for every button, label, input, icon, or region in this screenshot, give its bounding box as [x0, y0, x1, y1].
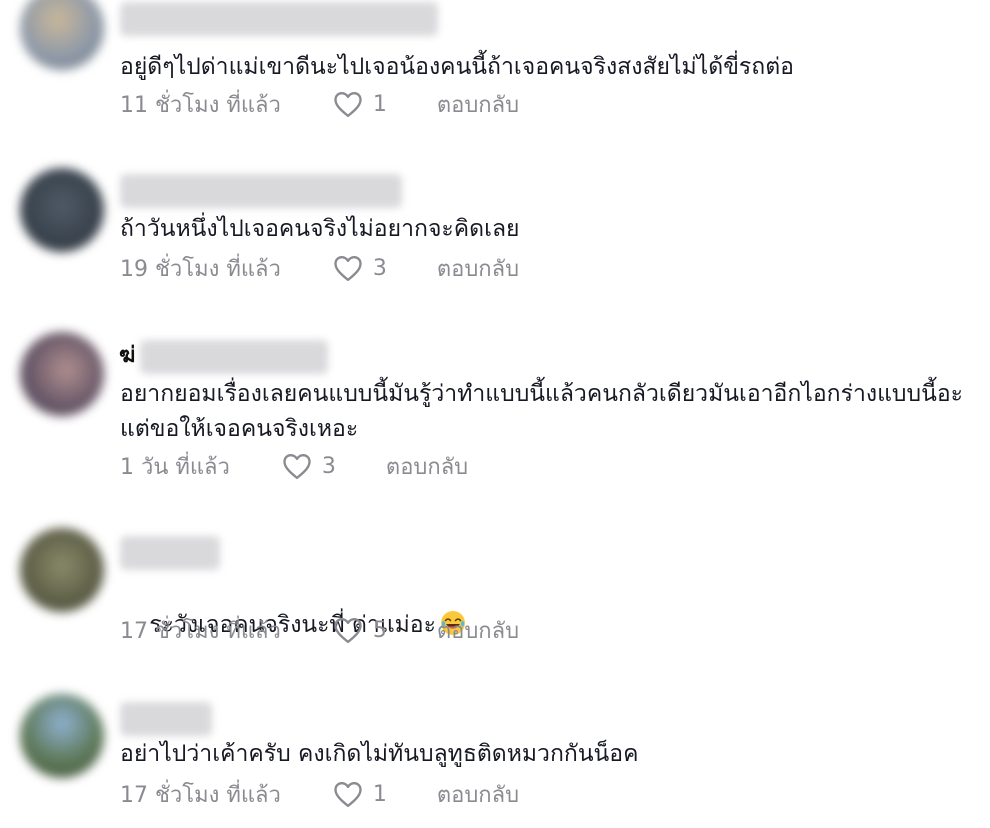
like-button[interactable]: 1	[333, 780, 387, 808]
heart-outline-icon	[283, 453, 311, 480]
reply-button[interactable]: ตอบกลับ	[437, 777, 519, 812]
reply-button[interactable]: ตอบกลับ	[437, 251, 519, 286]
like-count: 3	[372, 255, 387, 281]
avatar[interactable]	[20, 694, 104, 778]
username-blurred[interactable]	[120, 702, 212, 736]
like-button[interactable]: 3	[333, 254, 387, 282]
reply-button[interactable]: ตอบกลับ	[437, 613, 519, 648]
comment-timestamp: 1 วัน ที่แล้ว	[120, 454, 230, 480]
heart-outline-icon	[334, 617, 362, 644]
username-blurred[interactable]	[140, 340, 328, 374]
avatar[interactable]	[20, 0, 104, 70]
avatar[interactable]	[20, 332, 104, 416]
reply-button[interactable]: ตอบกลับ	[386, 449, 468, 484]
comment-meta: 17 ชั่วโมง ที่แล้ว 1 ตอบกลับ	[120, 779, 519, 809]
comment-meta: 1 วัน ที่แล้ว 3 ตอบกลับ	[120, 451, 468, 481]
heart-outline-icon	[334, 91, 362, 118]
comment-meta: 17 ชั่วโมง ที่แล้ว 5 ตอบกลับ	[120, 615, 519, 645]
like-button[interactable]: 3	[282, 452, 336, 480]
avatar[interactable]	[20, 528, 104, 612]
comment-text: อย่าไปว่าเค้าครับ คงเกิดไม่ทันบลูทูธติดห…	[120, 741, 639, 767]
like-count: 1	[372, 781, 387, 807]
username-blurred[interactable]	[120, 2, 438, 36]
comment-meta: 19 ชั่วโมง ที่แล้ว 3 ตอบกลับ	[120, 253, 519, 283]
reply-button[interactable]: ตอบกลับ	[437, 87, 519, 122]
like-button[interactable]: 5	[333, 616, 387, 644]
avatar[interactable]	[20, 168, 104, 252]
username[interactable]: ฆ่	[119, 343, 137, 369]
comment-meta: 11 ชั่วโมง ที่แล้ว 1 ตอบกลับ	[120, 89, 519, 119]
like-count: 5	[372, 617, 387, 643]
like-count: 3	[321, 453, 336, 479]
comment-text: อยากยอมเรื่องเลยคนแบบนี้มันรู้ว่าทำแบบนี…	[120, 381, 964, 442]
username-blurred[interactable]	[120, 174, 402, 208]
comment-text: อยู่ดีๆไปด่าแม่เขาดีนะไปเจอน้องคนนี้ถ้าเ…	[120, 54, 794, 80]
comment-timestamp: 19 ชั่วโมง ที่แล้ว	[120, 256, 281, 282]
comment-timestamp: 11 ชั่วโมง ที่แล้ว	[120, 92, 281, 118]
comment-timestamp: 17 ชั่วโมง ที่แล้ว	[120, 782, 281, 808]
heart-outline-icon	[334, 255, 362, 282]
username-blurred[interactable]	[120, 536, 220, 570]
heart-outline-icon	[334, 781, 362, 808]
comment-text: ถ้าวันหนึ่งไปเจอคนจริงไม่อยากจะคิดเลย	[120, 216, 520, 242]
like-button[interactable]: 1	[333, 90, 387, 118]
comment-timestamp: 17 ชั่วโมง ที่แล้ว	[120, 618, 281, 644]
like-count: 1	[372, 91, 387, 117]
